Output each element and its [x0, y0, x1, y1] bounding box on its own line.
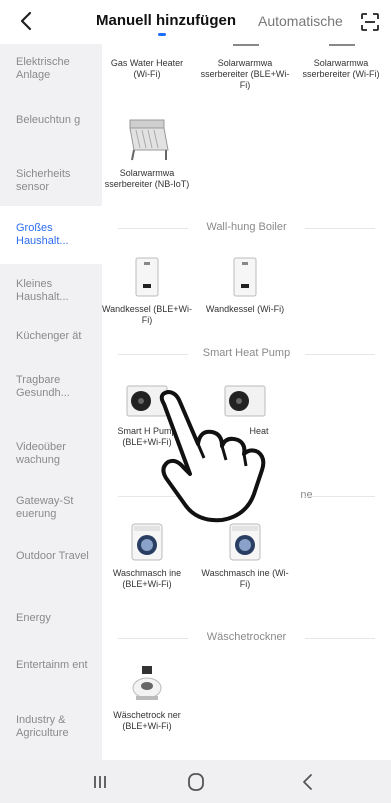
sidebar-item-entertainment[interactable]: Entertainm ent [0, 659, 102, 672]
sidebar-item-lighting[interactable]: Beleuchtun g [0, 114, 102, 127]
device-name: Wandkessel (Wi-Fi) [205, 304, 285, 314]
section-header-dryer: Wäschetrockner [102, 630, 391, 646]
sidebar-item-video[interactable]: Videoüber wachung [0, 441, 102, 467]
washing-machine-icon [102, 522, 192, 562]
top-bar: Manuell hinzufügen Automatische [0, 0, 391, 44]
sidebar-item-kitchen[interactable]: Küchenger ät [0, 330, 102, 343]
device-name: Solarwarmwa sserbereiter (BLE+Wi-Fi) [200, 58, 290, 90]
device-card[interactable]: Gas Water Heater (Wi-Fi) [102, 44, 192, 80]
chevron-left-icon [20, 11, 32, 31]
section-header-boiler: Wall-hung Boiler [102, 220, 391, 236]
sidebar-item-gateway[interactable]: Gateway-St euerung [0, 495, 102, 521]
device-card[interactable]: Solarwarmwa sserbereiter (Wi-Fi) [296, 44, 386, 80]
solar-heater-icon [200, 44, 290, 52]
dryer-icon [102, 664, 192, 704]
scan-icon[interactable] [360, 12, 380, 32]
section-title: Smart Heat Pump [202, 347, 291, 359]
device-name: Solarwarmwa sserbereiter (NB-IoT) [104, 168, 190, 189]
device-card[interactable]: Solarwarmwa sserbereiter (NB-IoT) [102, 118, 192, 190]
tab-manual-add[interactable]: Manuell hinzufügen [96, 12, 236, 29]
device-card[interactable]: Waschmasch ine (Wi-Fi) [200, 522, 290, 590]
device-name: Wandkessel (BLE+Wi-Fi) [102, 304, 192, 325]
sidebar-item-industry[interactable]: Industry & Agriculture [0, 714, 102, 740]
section-title: ne [300, 489, 313, 501]
back-button[interactable] [14, 8, 40, 34]
recent-apps-icon[interactable] [88, 770, 112, 794]
sidebar-item-small-appliances[interactable]: Kleines Haushalt... [0, 278, 102, 304]
device-card[interactable]: Smart H Pump (BLE+Wi-Fi) [102, 384, 192, 448]
home-icon[interactable] [184, 770, 208, 794]
boiler-icon [102, 256, 192, 298]
sidebar-item-large-appliances[interactable]: Großes Haushalt... [0, 206, 102, 264]
solar-heater-icon [296, 44, 386, 52]
device-card[interactable]: Solarwarmwa sserbereiter (BLE+Wi-Fi) [200, 44, 290, 91]
device-name: Smart H Pump (BLE+Wi-Fi) [117, 426, 177, 447]
heat-pump-icon [102, 384, 192, 420]
section-title: Wall-hung Boiler [206, 221, 287, 233]
section-header-washer: ne [102, 488, 391, 504]
device-grid: Gas Water Heater (Wi-Fi) Solarwarmwa sse… [102, 44, 391, 760]
tab-automatic-scan[interactable]: Automatische [258, 13, 346, 29]
device-name: Waschmasch ine (Wi-Fi) [201, 568, 289, 589]
solar-heater-icon [102, 118, 192, 162]
sidebar-item-security-sensor[interactable]: Sicherheits sensor [0, 168, 102, 194]
section-title: Wäschetrockner [206, 631, 287, 643]
device-name: Solarwarmwa sserbereiter (Wi-Fi) [302, 58, 380, 79]
device-card[interactable]: Heat [200, 384, 290, 437]
device-card[interactable]: Wandkessel (BLE+Wi-Fi) [102, 256, 192, 326]
sidebar-item-outdoor[interactable]: Outdoor Travel [0, 550, 102, 563]
device-name: Gas Water Heater (Wi-Fi) [110, 58, 184, 79]
device-card[interactable]: Wandkessel (Wi-Fi) [200, 256, 290, 315]
device-name: Heat [249, 426, 269, 436]
boiler-icon [200, 256, 290, 298]
system-nav-bar [0, 760, 391, 803]
sidebar-item-health[interactable]: Tragbare Gesundh... [0, 374, 102, 400]
section-header-heat-pump: Smart Heat Pump [102, 346, 391, 362]
tab-active-indicator [158, 33, 166, 36]
back-icon[interactable] [296, 770, 320, 794]
water-heater-icon [102, 44, 192, 52]
category-sidebar: Elektrische Anlage Beleuchtun g Sicherhe… [0, 44, 102, 760]
device-card[interactable]: Wäschetrock ner (BLE+Wi-Fi) [102, 664, 192, 732]
device-name: Waschmasch ine (BLE+Wi-Fi) [112, 568, 182, 589]
sidebar-item-electrical[interactable]: Elektrische Anlage [0, 56, 102, 82]
sidebar-item-energy[interactable]: Energy [0, 612, 102, 625]
washing-machine-icon [200, 522, 290, 562]
device-card[interactable]: Waschmasch ine (BLE+Wi-Fi) [102, 522, 192, 590]
device-name: Wäschetrock ner (BLE+Wi-Fi) [113, 710, 181, 731]
heat-pump-icon [200, 384, 290, 420]
